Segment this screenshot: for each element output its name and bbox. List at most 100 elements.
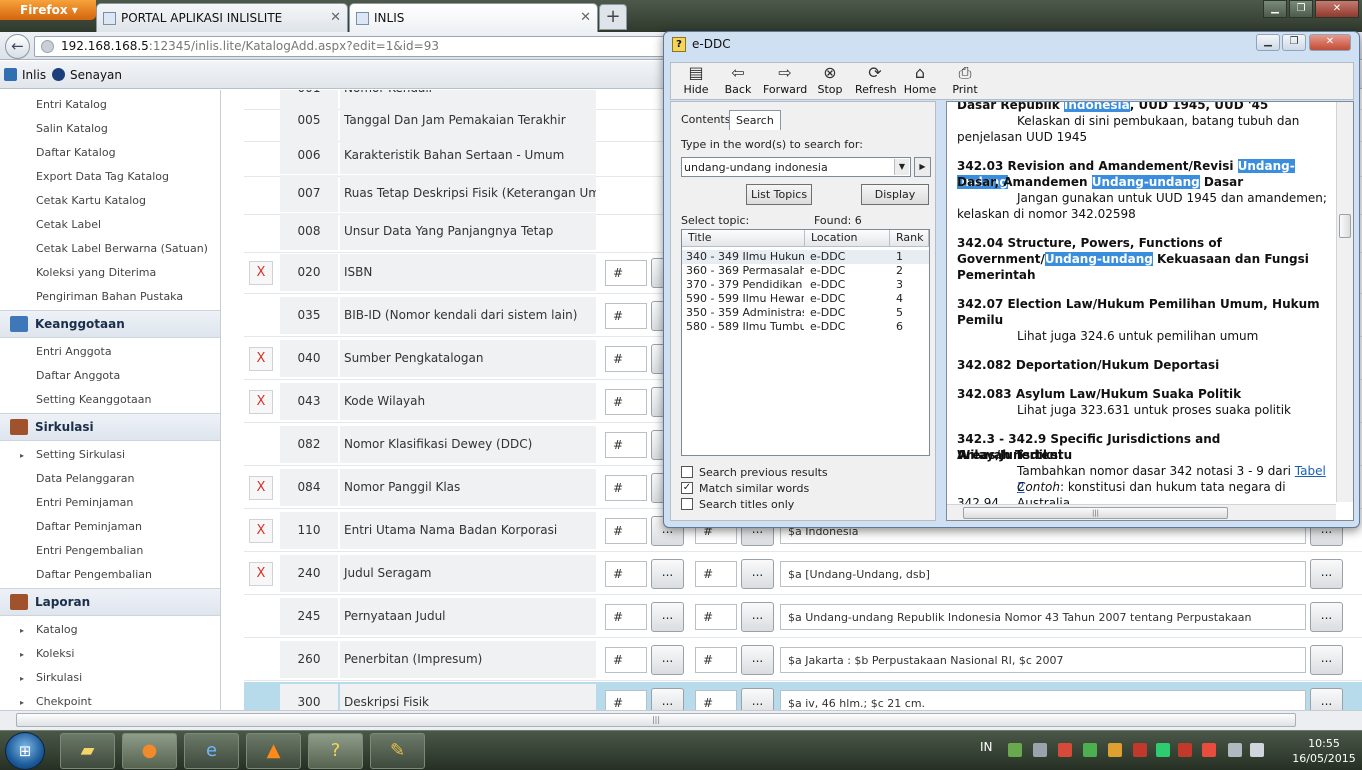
sidebar-item[interactable]: Data Pelanggaran — [36, 472, 134, 485]
search-arrow-button[interactable]: ▶ — [914, 157, 931, 177]
indicator-1-input[interactable]: # — [605, 475, 647, 501]
indicator-2-input[interactable]: # — [695, 561, 737, 587]
result-row[interactable]: 350 - 359 Administrasi ... e-DDC 5 — [682, 306, 929, 320]
tray-device-icon[interactable] — [1033, 743, 1047, 757]
close-tab-icon[interactable]: ✕ — [580, 10, 591, 25]
sidebar-item[interactable]: Koleksi yang Diterima — [36, 266, 156, 279]
indicator-2-lookup-button[interactable]: ... — [741, 602, 774, 632]
tray-volume-icon[interactable] — [1250, 743, 1264, 757]
back-button[interactable]: ← — [5, 34, 30, 59]
checkbox[interactable] — [681, 466, 693, 478]
internet-explorer-icon[interactable]: e — [184, 733, 239, 769]
horizontal-scrollbar[interactable]: ||| — [0, 710, 1362, 730]
url-bar[interactable]: 192.168.168.5:12345/inlis.lite/KatalogAd… — [34, 36, 674, 57]
tab-contents[interactable]: Contents — [675, 110, 736, 130]
explorer-icon[interactable]: ▰ — [60, 733, 115, 769]
checkbox[interactable] — [681, 498, 693, 510]
indicator-1-input[interactable]: # — [605, 389, 647, 415]
column-header-location[interactable]: Location — [805, 230, 890, 247]
eddc-help-icon[interactable]: ? — [308, 733, 363, 769]
scrollbar-thumb[interactable]: ||| — [16, 713, 1296, 727]
home-button[interactable]: ⌂ Home — [903, 64, 937, 97]
vertical-scrollbar[interactable] — [1336, 102, 1353, 502]
indicator-1-input[interactable]: # — [605, 604, 647, 630]
tray-network-icon[interactable] — [1008, 743, 1022, 757]
indicator-2-input[interactable]: # — [695, 647, 737, 673]
minimize-button[interactable]: ▁ — [1263, 0, 1287, 18]
tag-value-input[interactable]: $a Jakarta : $b Perpustakaan Nasional RI… — [780, 647, 1306, 673]
indicator-2-lookup-button[interactable]: ... — [741, 645, 774, 675]
tag-value-input[interactable]: $a Undang-undang Republik Indonesia Nomo… — [780, 604, 1306, 630]
tag-value-lookup-button[interactable]: ... — [1310, 688, 1343, 710]
scrollbar-thumb[interactable]: ||| — [963, 507, 1228, 519]
sidebar-item[interactable]: Entri Anggota — [36, 345, 112, 358]
bookmark-inlis[interactable]: Inlis — [4, 68, 46, 82]
sidebar-item[interactable]: Daftar Pengembalian — [36, 568, 152, 581]
column-header-rank[interactable]: Rank — [890, 230, 929, 247]
indicator-1-input[interactable]: # — [605, 260, 647, 286]
sidebar-item[interactable]: Koleksi — [36, 647, 74, 660]
delete-tag-button[interactable]: X — [249, 476, 273, 500]
tag-value-lookup-button[interactable]: ... — [1310, 645, 1343, 675]
tag-value-lookup-button[interactable]: ... — [1310, 602, 1343, 632]
tray-flag-icon[interactable] — [1133, 743, 1147, 757]
sidebar-section-laporan[interactable]: Laporan — [0, 588, 220, 616]
delete-tag-button[interactable]: X — [249, 562, 273, 586]
search-titles-checkbox[interactable]: Search titles only — [681, 498, 794, 511]
sidebar-item[interactable]: Entri Peminjaman — [36, 496, 133, 509]
indicator-1-input[interactable]: # — [605, 561, 647, 587]
tray-network-status-icon[interactable] — [1228, 743, 1242, 757]
indicator-1-input[interactable]: # — [605, 647, 647, 673]
hide-button[interactable]: ▤ Hide — [679, 64, 713, 97]
result-row[interactable]: 590 - 599 Ilmu Hewan e-DDC 4 — [682, 292, 929, 306]
display-button[interactable]: Display — [861, 184, 929, 205]
sidebar-item[interactable]: Daftar Peminjaman — [36, 520, 142, 533]
close-window-button[interactable]: ✕ — [1315, 0, 1359, 18]
tray-security-icon[interactable] — [1202, 743, 1216, 757]
indicator-2-input[interactable]: # — [695, 690, 737, 710]
sidebar-item[interactable]: Sirkulasi — [36, 671, 82, 684]
new-tab-button[interactable]: + — [599, 4, 627, 30]
paint-icon[interactable]: ✎ — [370, 733, 425, 769]
search-previous-checkbox[interactable]: Search previous results — [681, 466, 828, 479]
result-row[interactable]: 580 - 589 Ilmu Tumbu... e-DDC 6 — [682, 320, 929, 334]
tray-acrobat-icon[interactable] — [1178, 743, 1192, 757]
sidebar-item[interactable]: Katalog — [36, 623, 78, 636]
column-header-title[interactable]: Title — [682, 230, 805, 247]
dropdown-arrow-icon[interactable]: ▼ — [894, 159, 909, 175]
print-button[interactable]: ⎙ Print — [951, 64, 979, 97]
start-button[interactable]: ⊞ — [5, 732, 45, 770]
minimize-button[interactable]: ▁ — [1256, 34, 1280, 51]
tray-update-icon[interactable] — [1083, 743, 1097, 757]
sidebar-item[interactable]: Entri Katalog — [36, 98, 107, 111]
tray-app-icon[interactable] — [1108, 743, 1122, 757]
stop-button[interactable]: ⊗ Stop — [815, 64, 845, 97]
sidebar-item[interactable]: Entri Pengembalian — [36, 544, 143, 557]
bookmark-senayan[interactable]: Senayan — [52, 68, 122, 82]
sidebar-item[interactable]: Export Data Tag Katalog — [36, 170, 169, 183]
indicator-1-input[interactable]: # — [605, 518, 647, 544]
firefox-menu-button[interactable]: Firefox ▾ — [0, 0, 96, 20]
firefox-icon[interactable]: ● — [122, 733, 177, 769]
back-button[interactable]: ⇦ Back — [721, 64, 755, 97]
result-row[interactable]: 360 - 369 Permasalah... e-DDC 2 — [682, 264, 929, 278]
indicator-1-lookup-button[interactable]: ... — [651, 559, 684, 589]
forward-button[interactable]: ⇨ Forward — [763, 64, 807, 97]
delete-tag-button[interactable]: X — [249, 519, 273, 543]
clock[interactable]: 10:55 16/05/2015 — [1292, 736, 1356, 766]
results-list[interactable]: Title Location Rank 340 - 349 Ilmu Hukum… — [681, 229, 930, 456]
indicator-1-input[interactable]: # — [605, 303, 647, 329]
tag-value-input[interactable]: $a [Undang-Undang, dsb] — [780, 561, 1306, 587]
close-button[interactable]: ✕ — [1309, 34, 1351, 51]
indicator-1-lookup-button[interactable]: ... — [651, 602, 684, 632]
sidebar-item[interactable]: Daftar Katalog — [36, 146, 116, 159]
tag-value-lookup-button[interactable]: ... — [1310, 559, 1343, 589]
horizontal-scrollbar[interactable]: ||| — [947, 504, 1336, 520]
checkbox-checked[interactable]: ✓ — [681, 482, 693, 494]
indicator-2-input[interactable]: # — [695, 604, 737, 630]
tray-audio-icon[interactable] — [1058, 743, 1072, 757]
indicator-1-input[interactable]: # — [605, 346, 647, 372]
sidebar-item[interactable]: Setting Sirkulasi — [36, 448, 125, 461]
tray-shield-icon[interactable] — [1156, 743, 1170, 757]
indicator-2-lookup-button[interactable]: ... — [741, 688, 774, 710]
